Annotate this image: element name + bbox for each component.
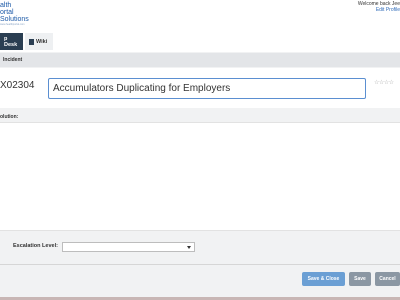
incident-section-label: Incident bbox=[3, 57, 23, 63]
tab-help-desk[interactable]: p Desk bbox=[0, 33, 23, 50]
resolution-editor[interactable] bbox=[0, 122, 400, 231]
header: alth ortal Solutions www.healthportal.co… bbox=[0, 0, 400, 32]
cancel-button[interactable]: Cancel bbox=[375, 272, 400, 286]
save-and-close-button[interactable]: Save & Close bbox=[302, 272, 345, 286]
footer-divider bbox=[0, 264, 400, 265]
chevron-down-icon bbox=[187, 246, 191, 249]
incident-id: X02304 bbox=[0, 80, 35, 91]
footer: Save & Close Save Cancel bbox=[0, 264, 400, 300]
logo: alth ortal Solutions www.healthportal.co… bbox=[0, 2, 29, 27]
record-panel: X02304 ☆☆☆☆ bbox=[0, 68, 400, 108]
logo-line-3: Solutions bbox=[0, 16, 29, 23]
tab-help-desk-label: p Desk bbox=[4, 35, 18, 48]
tab-wiki[interactable]: Wiki bbox=[25, 33, 53, 50]
logo-line-1: alth bbox=[0, 2, 12, 9]
logo-line-2: ortal bbox=[0, 9, 14, 16]
escalation-level-label: Escalation Level: bbox=[13, 243, 58, 249]
page: alth ortal Solutions www.healthportal.co… bbox=[0, 0, 400, 300]
logo-tagline: www.healthportal.com bbox=[0, 23, 25, 26]
tabs-row: p Desk Wiki bbox=[0, 32, 400, 52]
resolution-label: olution: bbox=[0, 114, 19, 120]
incident-section-header: Incident bbox=[0, 53, 400, 67]
rating-stars[interactable]: ☆☆☆☆ bbox=[374, 79, 394, 86]
save-button[interactable]: Save bbox=[349, 272, 371, 286]
tab-wiki-label: Wiki bbox=[36, 38, 48, 45]
escalation-level-select[interactable] bbox=[62, 242, 195, 252]
edit-profile-link[interactable]: Edit Profile bbox=[358, 7, 400, 13]
incident-title-input[interactable] bbox=[48, 78, 366, 99]
wiki-icon bbox=[29, 38, 34, 45]
welcome-area: Welcome back Jee Edit Profile bbox=[358, 1, 400, 13]
